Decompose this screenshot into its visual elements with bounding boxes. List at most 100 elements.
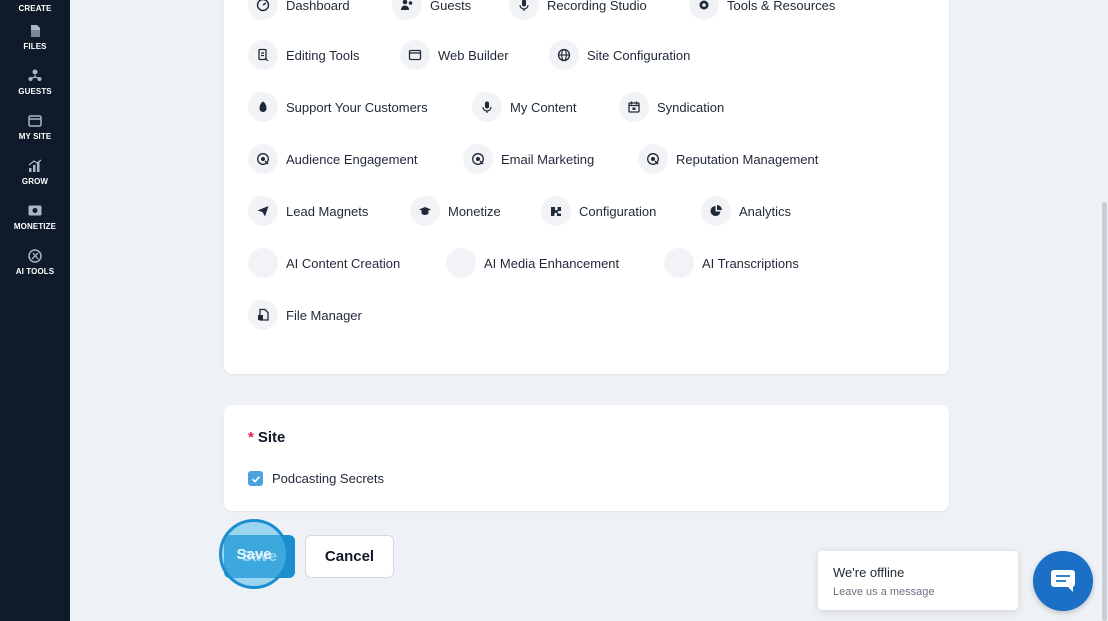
permission-label: AI Content Creation — [286, 255, 401, 271]
scrollbar-thumb[interactable] — [1102, 202, 1107, 621]
editing-icon — [248, 40, 278, 70]
permission-label: Audience Engagement — [286, 151, 418, 167]
permission-label: Guests — [430, 0, 472, 13]
save-button[interactable]: Save — [224, 535, 295, 578]
permission-label: Dashboard — [286, 0, 350, 13]
permission-label: Monetize — [448, 203, 501, 219]
permission-recording-studio[interactable]: Recording Studio — [509, 0, 647, 20]
permission-web-builder[interactable]: Web Builder — [400, 40, 509, 70]
permission-support-your-customers[interactable]: Support Your Customers — [248, 92, 428, 122]
chat-launcher-button[interactable] — [1033, 551, 1093, 611]
microphone-icon — [509, 0, 539, 20]
permission-label: Email Marketing — [501, 151, 595, 167]
sidebar: CREATE FILES GUESTS MY SITE GROW MONETIZ… — [0, 0, 70, 621]
sidebar-item-label: FILES — [23, 42, 47, 51]
permission-monetize[interactable]: Monetize — [410, 196, 501, 226]
permission-label: Tools & Resources — [727, 0, 836, 13]
permission-configuration[interactable]: Configuration — [541, 196, 656, 226]
permission-label: Support Your Customers — [286, 99, 428, 115]
permission-ai-media-enhancement[interactable]: AI Media Enhancement — [446, 248, 619, 278]
scrollbar-track[interactable] — [1100, 0, 1108, 621]
browser-icon — [400, 40, 430, 70]
engagement-icon — [638, 144, 668, 174]
permission-email-marketing[interactable]: Email Marketing — [463, 144, 594, 174]
graduation-cap-icon — [410, 196, 440, 226]
support-icon — [248, 92, 278, 122]
guests-icon — [28, 69, 42, 81]
permission-dashboard[interactable]: Dashboard — [248, 0, 350, 20]
permission-analytics[interactable]: Analytics — [701, 196, 791, 226]
permission-label: Configuration — [579, 203, 657, 219]
chat-bubble-icon — [1051, 570, 1075, 592]
chat-offline-box[interactable]: We're offline Leave us a message — [818, 551, 1018, 610]
sidebar-item-grow[interactable]: GROW — [0, 147, 70, 187]
permission-label: My Content — [510, 99, 577, 115]
permission-reputation-management[interactable]: Reputation Management — [638, 144, 818, 174]
permission-label: Analytics — [739, 203, 792, 219]
permission-label: Syndication — [657, 99, 725, 115]
gear-icon — [689, 0, 719, 20]
permission-my-content[interactable]: My Content — [472, 92, 576, 122]
guests-icon — [392, 0, 422, 20]
permission-label: Editing Tools — [286, 47, 360, 63]
permission-label: Web Builder — [438, 47, 509, 63]
permission-file-manager[interactable]: File Manager — [248, 300, 362, 330]
sidebar-item-label: MONETIZE — [13, 222, 57, 231]
create-icon — [27, 0, 43, 1]
sidebar-item-label: AI TOOLS — [15, 267, 55, 276]
monetize-icon — [28, 205, 42, 216]
pie-chart-icon — [701, 196, 731, 226]
chat-status: We're offline — [833, 565, 905, 580]
permission-ai-content-creation[interactable]: AI Content Creation — [248, 248, 400, 278]
permission-guests[interactable]: Guests — [392, 0, 471, 20]
permission-lead-magnets[interactable]: Lead Magnets — [248, 196, 368, 226]
permission-label: Recording Studio — [547, 0, 647, 13]
blank-icon — [664, 248, 694, 278]
grow-icon — [28, 159, 42, 172]
sidebar-item-monetize[interactable]: MONETIZE — [0, 192, 70, 232]
sidebar-item-files[interactable]: FILES — [0, 12, 70, 52]
site-heading: * Site — [248, 429, 285, 446]
my-site-icon — [28, 115, 42, 127]
sidebar-item-ai-tools[interactable]: AI TOOLS — [0, 237, 70, 277]
file-icon — [248, 300, 278, 330]
permission-label: Reputation Management — [676, 151, 819, 167]
engagement-icon — [463, 144, 493, 174]
files-icon — [31, 25, 40, 37]
permission-tools-resources[interactable]: Tools & Resources — [689, 0, 835, 20]
permission-label: AI Media Enhancement — [484, 255, 620, 271]
calendar-icon — [619, 92, 649, 122]
permissions-card: Dashboard Guests Recording Studio Tools … — [224, 0, 949, 374]
permission-ai-transcriptions[interactable]: AI Transcriptions — [664, 248, 799, 278]
puzzle-icon — [541, 196, 571, 226]
required-marker: * — [248, 429, 254, 446]
check-icon — [251, 475, 260, 483]
sidebar-item-label: MY SITE — [18, 132, 52, 141]
blank-icon — [446, 248, 476, 278]
ai-tools-icon — [28, 249, 42, 263]
dashboard-icon — [248, 0, 278, 20]
sidebar-item-label: GUESTS — [18, 87, 52, 96]
site-checkbox-label[interactable]: Podcasting Secrets — [272, 471, 384, 486]
permission-label: File Manager — [286, 307, 362, 323]
permission-editing-tools[interactable]: Editing Tools — [248, 40, 359, 70]
permission-label: AI Transcriptions — [702, 255, 799, 271]
permission-label: Site Configuration — [587, 47, 691, 63]
sidebar-item-my-site[interactable]: MY SITE — [0, 102, 70, 142]
site-card: * Site Podcasting Secrets — [224, 405, 949, 511]
permission-audience-engagement[interactable]: Audience Engagement — [248, 144, 418, 174]
engagement-icon — [248, 144, 278, 174]
site-checkbox[interactable] — [248, 471, 263, 486]
microphone-icon — [472, 92, 502, 122]
globe-icon — [549, 40, 579, 70]
sidebar-item-label: GROW — [21, 177, 49, 186]
permission-site-configuration[interactable]: Site Configuration — [549, 40, 690, 70]
paper-plane-icon — [248, 196, 278, 226]
permission-syndication[interactable]: Syndication — [619, 92, 724, 122]
permission-label: Lead Magnets — [286, 203, 369, 219]
blank-icon — [248, 248, 278, 278]
sidebar-item-guests[interactable]: GUESTS — [0, 57, 70, 97]
cancel-button[interactable]: Cancel — [305, 535, 394, 578]
site-heading-text: Site — [257, 429, 286, 446]
chat-subtext: Leave us a message — [833, 586, 935, 598]
